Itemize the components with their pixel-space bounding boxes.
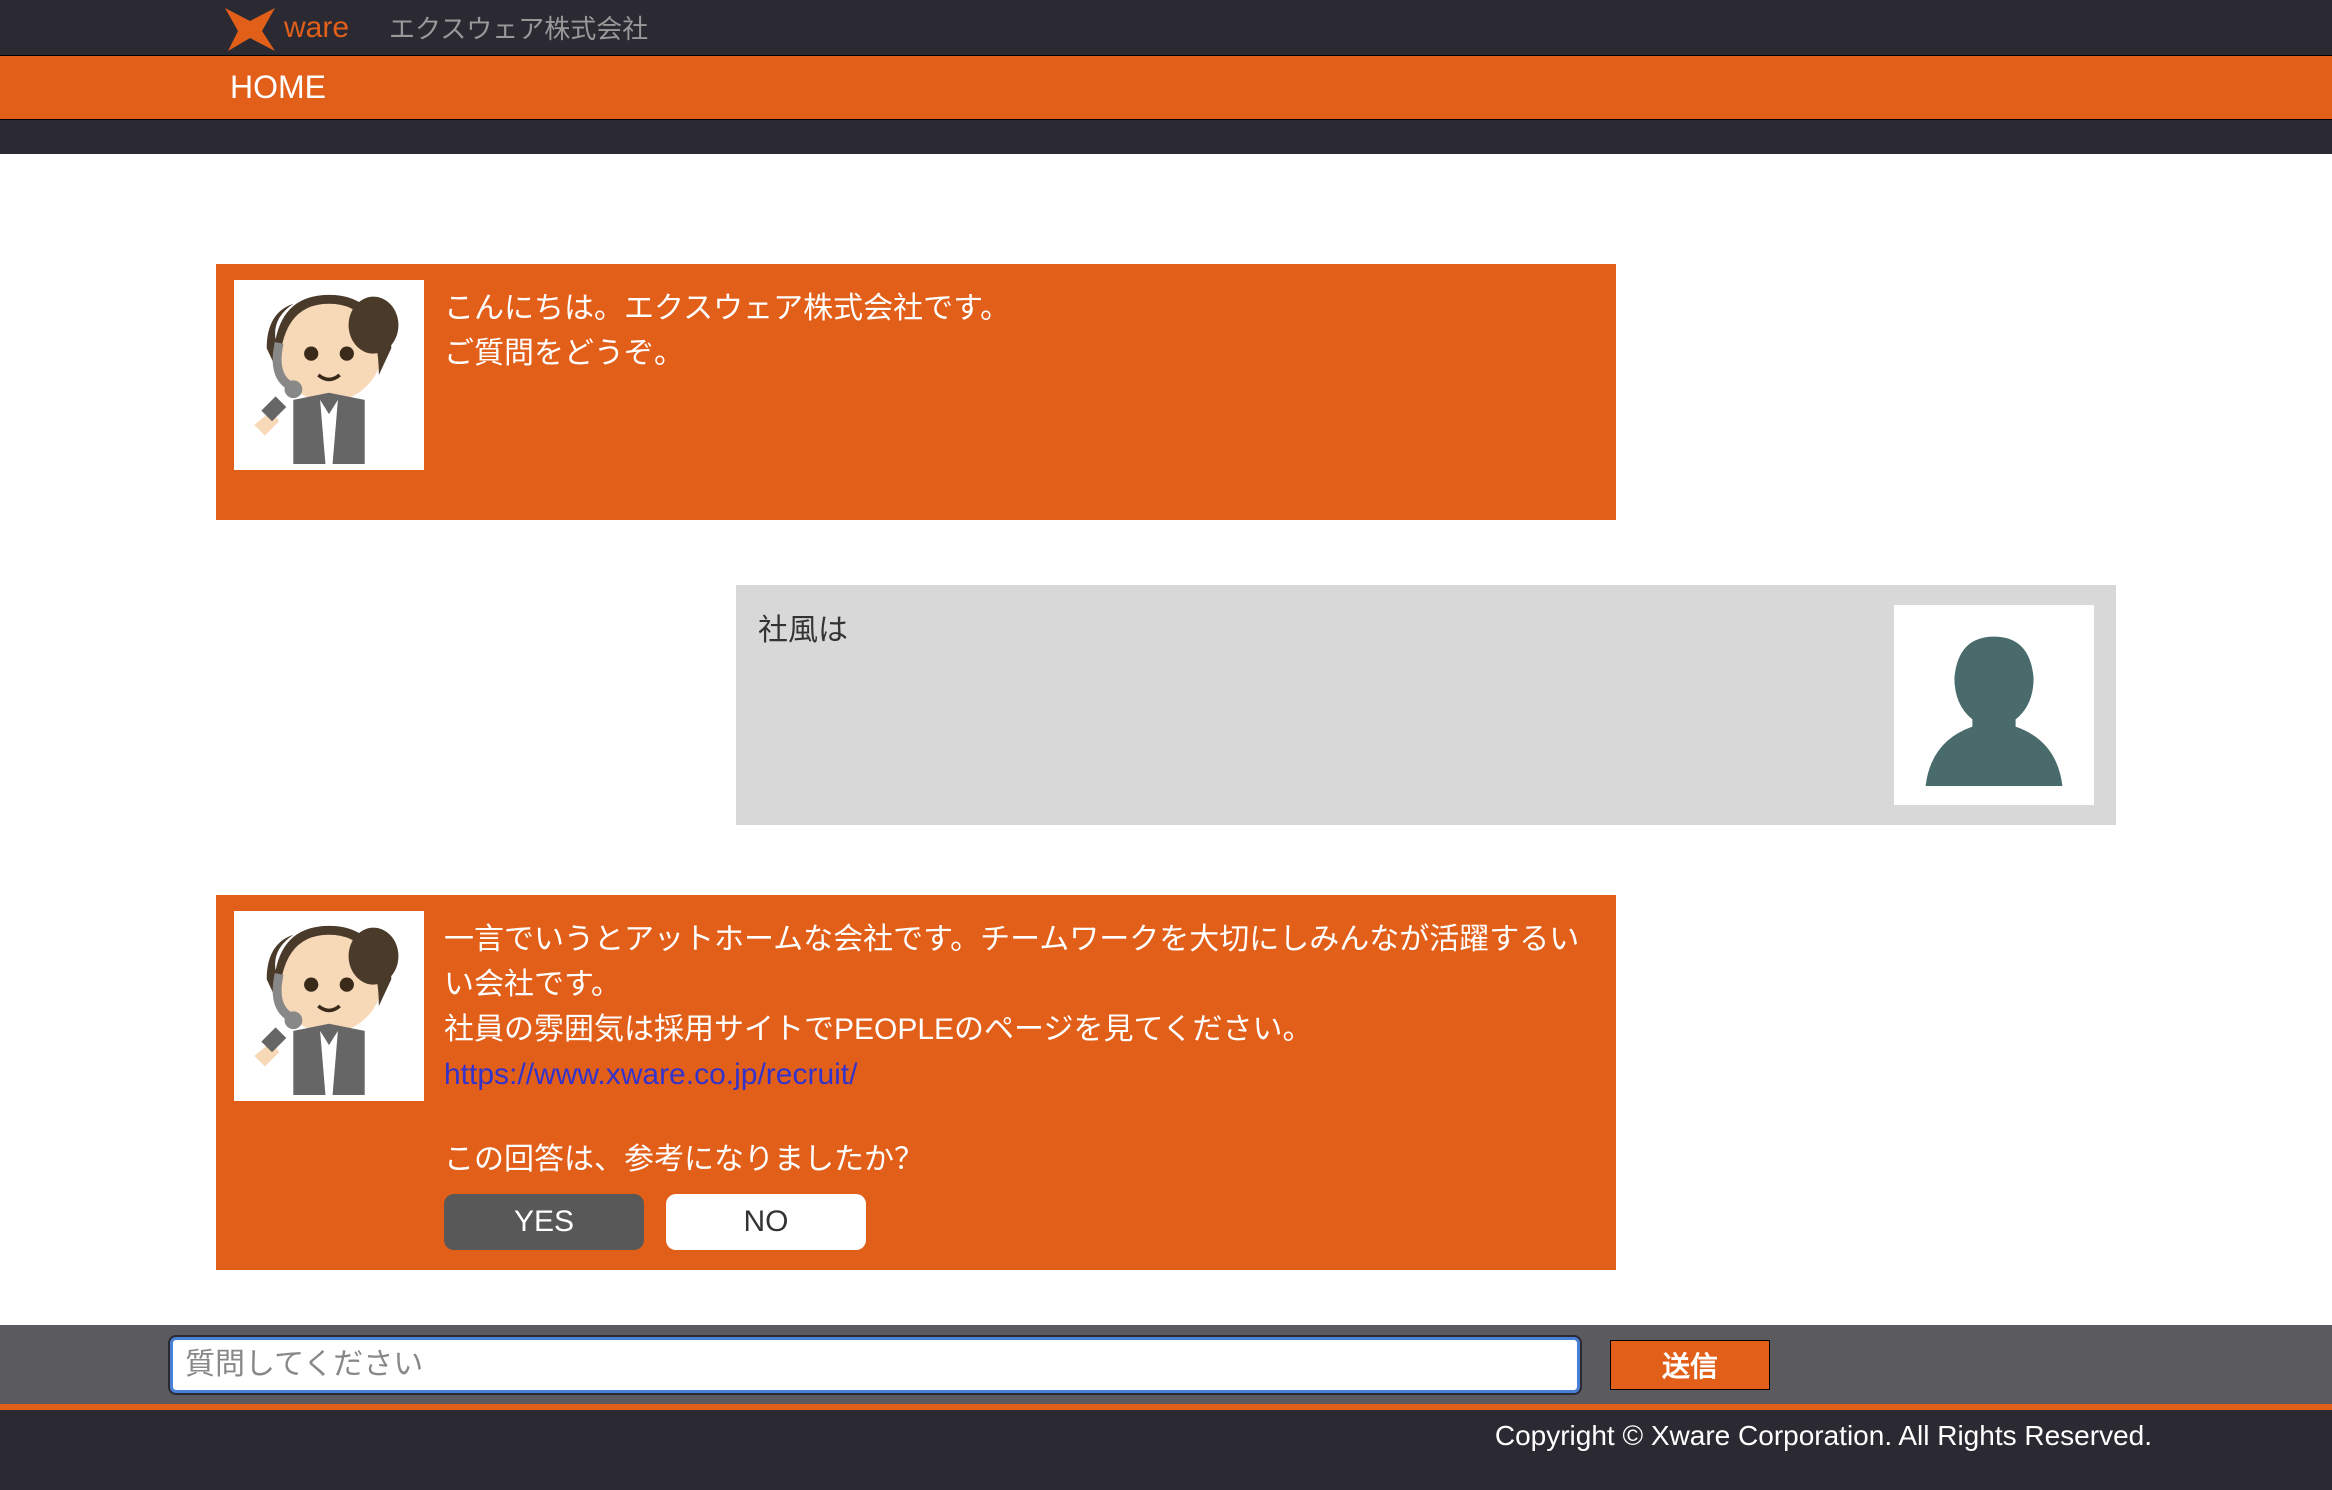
bot-avatar [234,911,424,1101]
feedback-question: この回答は、参考になりましたか？ [444,1137,1598,1182]
bot-line: こんにちは。エクスウェア株式会社です。 [444,286,1010,331]
bot-line: 社員の雰囲気は採用サイトでPEOPLEのページを見てください。 [444,1007,1598,1052]
user-message-wrap: 社風は [216,585,2116,825]
feedback-no-button[interactable]: NO [666,1194,866,1250]
bot-message: こんにちは。エクスウェア株式会社です。 ご質問をどうぞ。 [216,264,1616,520]
nav-home[interactable]: HOME [230,69,326,106]
operator-icon [240,286,418,464]
question-input[interactable] [170,1337,1580,1393]
logo[interactable]: ware エクスウェア株式会社 [220,3,648,53]
top-header: ware エクスウェア株式会社 [0,0,2332,55]
input-bar: 送信 [0,1325,2332,1405]
send-button[interactable]: 送信 [1610,1340,1770,1390]
user-message: 社風は [736,585,2116,825]
logo-mark: ware [220,3,349,53]
user-avatar [1894,605,2094,805]
feedback-buttons: YES NO [444,1194,1598,1250]
star-leaf-icon [220,3,280,53]
operator-icon [240,917,418,1095]
bot-message: 一言でいうとアットホームな会社です。チームワークを大切にしみんなが活躍するいい会… [216,895,1616,1270]
recruit-link[interactable]: https://www.xware.co.jp/recruit/ [444,1058,857,1091]
bot-line: ご質問をどうぞ。 [444,331,1010,376]
copyright-text: Copyright © Xware Corporation. All Right… [1495,1420,2152,1452]
person-silhouette-icon [1904,615,2084,795]
bot-message-text: 一言でいうとアットホームな会社です。チームワークを大切にしみんなが活躍するいい会… [444,911,1598,1250]
footer: Copyright © Xware Corporation. All Right… [0,1410,2332,1490]
company-name: エクスウェア株式会社 [389,9,648,46]
main-nav: HOME [0,55,2332,120]
bot-message-text: こんにちは。エクスウェア株式会社です。 ご質問をどうぞ。 [444,280,1010,470]
user-message-text: 社風は [758,605,848,805]
feedback-yes-button[interactable]: YES [444,1194,644,1250]
chat-area: こんにちは。エクスウェア株式会社です。 ご質問をどうぞ。 社風は [156,154,2176,1375]
bot-line: 一言でいうとアットホームな会社です。チームワークを大切にしみんなが活躍するいい会… [444,917,1598,1007]
bot-avatar [234,280,424,470]
dark-strip [0,120,2332,154]
logo-text: ware [284,11,349,45]
